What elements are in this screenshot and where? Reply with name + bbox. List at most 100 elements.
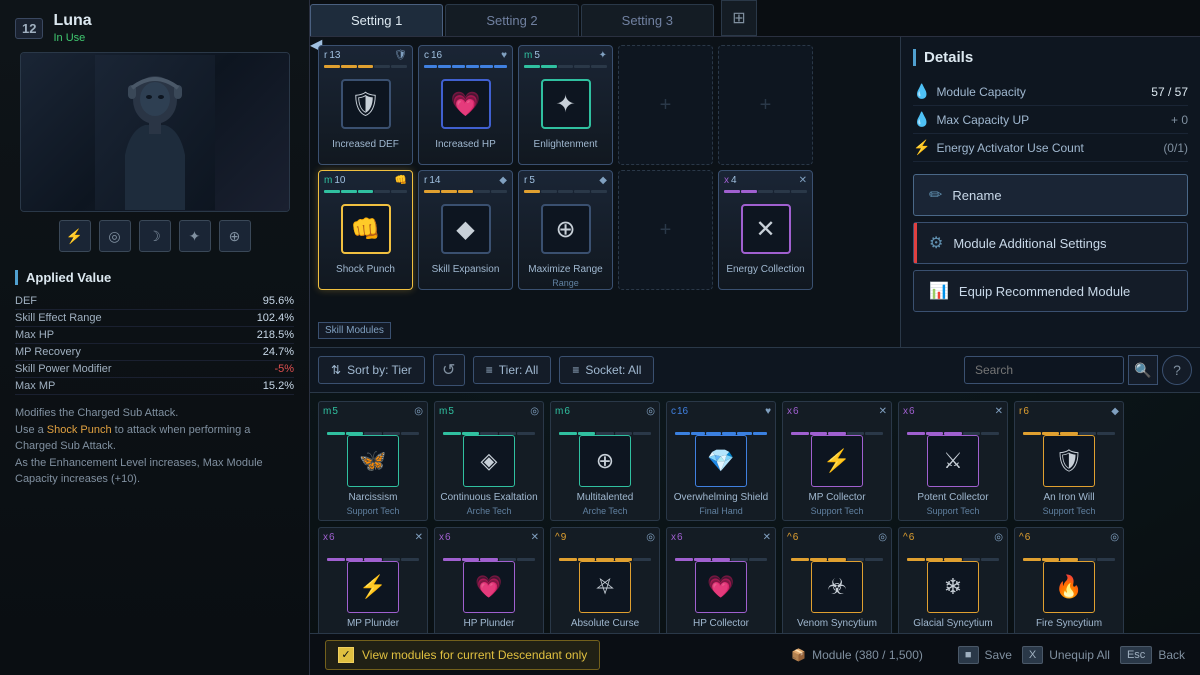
module-count-text: Module (380 / 1,500) bbox=[812, 648, 923, 662]
descendant-checkbox[interactable]: ✓ bbox=[338, 647, 354, 663]
main-container: 12 Luna In Use bbox=[0, 0, 1200, 675]
equipped-row2: m10 👊 👊 bbox=[318, 170, 892, 290]
search-area: 🔍 ? bbox=[964, 355, 1192, 385]
list-item[interactable]: m5 ◎ ◈ Continuous Exaltation Arche Tech bbox=[434, 401, 544, 521]
save-footer-btn[interactable]: ■ Save bbox=[958, 646, 1012, 664]
unequip-footer-btn[interactable]: X Unequip All bbox=[1022, 646, 1110, 664]
lmc-icon: ⊕ bbox=[579, 435, 631, 487]
refresh-button[interactable]: ↺ bbox=[433, 354, 465, 386]
socket-icon: 🛡 bbox=[394, 50, 407, 61]
stat-value: 24.7% bbox=[263, 346, 294, 358]
sort-button[interactable]: ⇅ Sort by: Tier bbox=[318, 356, 425, 384]
character-name: Luna bbox=[53, 12, 91, 30]
settings-label: Module Additional Settings bbox=[953, 236, 1106, 251]
equipped-skill-expansion[interactable]: r14 ◆ ◆ bbox=[418, 170, 513, 290]
lmc-name: Venom Syncytium bbox=[797, 617, 877, 630]
lmc-socket: ◎ bbox=[530, 406, 539, 417]
module-capacity-label: Module Capacity bbox=[936, 85, 1025, 99]
lmc-icon: 🦋 bbox=[347, 435, 399, 487]
stat-value: 95.6% bbox=[263, 295, 294, 307]
lmc-icon: 🛡 bbox=[1043, 435, 1095, 487]
equipped-shock-punch[interactable]: m10 👊 👊 bbox=[318, 170, 413, 290]
list-item[interactable]: m6 ◎ ⊕ Multitalented Arche Tech bbox=[550, 401, 660, 521]
list-item[interactable]: m5 ◎ 🦋 Narcissism Support Tech bbox=[318, 401, 428, 521]
lmc-type: Final Hand bbox=[699, 506, 743, 516]
socket-icon: ◆ bbox=[499, 175, 507, 186]
module-count: 📦 Module (380 / 1,500) bbox=[791, 648, 923, 662]
list-item[interactable]: ^6 ◎ ❄ Glacial Syncytium Fortitude bbox=[898, 527, 1008, 633]
stat-row: DEF95.6% bbox=[15, 293, 294, 310]
equipped-maximize-range[interactable]: r5 ◆ ⊕ bbox=[518, 170, 613, 290]
portrait-image bbox=[21, 53, 289, 211]
lmc-type: Arche Tech bbox=[583, 506, 628, 516]
main-panel: Setting 1 Setting 2 Setting 3 ⊞ ◀ r13 bbox=[310, 0, 1200, 675]
tab-setting3[interactable]: Setting 3 bbox=[581, 4, 714, 36]
settings-tabs: Setting 1 Setting 2 Setting 3 ⊞ bbox=[310, 0, 1200, 37]
lmc-socket: ◎ bbox=[878, 532, 887, 543]
list-item[interactable]: x6 ✕ 💗 HP Plunder Support Tech bbox=[434, 527, 544, 633]
skill-icon-5[interactable]: ⊕ bbox=[219, 220, 251, 252]
lmc-type: Support Tech bbox=[463, 632, 516, 633]
equipped-energy-collection[interactable]: x4 ✕ ✕ bbox=[718, 170, 813, 290]
descendant-filter-label[interactable]: ✓ View modules for current Descendant on… bbox=[325, 640, 600, 670]
skill-icon-1[interactable]: ⚡ bbox=[59, 220, 91, 252]
lmc-type: Support Tech bbox=[927, 506, 980, 516]
socket-filter[interactable]: ≡ Socket: All bbox=[559, 356, 654, 384]
lmc-socket: ◎ bbox=[994, 532, 1003, 543]
tier-badge: r14 bbox=[424, 175, 440, 186]
skill-modules-label: Skill Modules bbox=[318, 322, 391, 339]
empty-slot-2[interactable]: + bbox=[718, 45, 813, 165]
equipped-increased-def[interactable]: r13 🛡 🛡 bbox=[318, 45, 413, 165]
lmc-socket: ✕ bbox=[415, 532, 423, 543]
tier-badge: m10 bbox=[324, 175, 345, 186]
lmc-name: Glacial Syncytium bbox=[913, 617, 992, 630]
lmc-socket: ◎ bbox=[414, 406, 423, 417]
stat-value: 218.5% bbox=[257, 329, 294, 341]
back-footer-btn[interactable]: Esc Back bbox=[1120, 646, 1185, 664]
lmc-icon: ⚔ bbox=[927, 435, 979, 487]
max-capacity-value: + 0 bbox=[1171, 113, 1188, 127]
empty-slot-3[interactable]: + bbox=[618, 170, 713, 290]
tier-badge: r13 bbox=[324, 50, 340, 61]
lmc-name: Multitalented bbox=[577, 491, 634, 504]
list-item[interactable]: ^6 ◎ ☣ Venom Syncytium Fortitude bbox=[782, 527, 892, 633]
list-item[interactable]: r6 ◆ 🛡 An Iron Will Support Tech bbox=[1014, 401, 1124, 521]
empty-slot-1[interactable]: + bbox=[618, 45, 713, 165]
lmc-tier: c16 bbox=[671, 406, 688, 417]
lmc-icon: 💗 bbox=[695, 561, 747, 613]
tab-setting1[interactable]: Setting 1 bbox=[310, 4, 443, 36]
skill-icon-3[interactable]: ☽ bbox=[139, 220, 171, 252]
list-item[interactable]: ^6 ◎ 🔥 Fire Syncytium Fortitude bbox=[1014, 527, 1124, 633]
lmc-socket: ✕ bbox=[879, 406, 887, 417]
equip-recommended-button[interactable]: 📊 Equip Recommended Module bbox=[913, 270, 1188, 312]
lmc-name: Overwhelming Shield bbox=[674, 491, 769, 504]
tier-filter[interactable]: ≡ Tier: All bbox=[473, 356, 552, 384]
module-additional-settings-button[interactable]: ⚙ Module Additional Settings bbox=[913, 222, 1188, 264]
skill-icon-4[interactable]: ✦ bbox=[179, 220, 211, 252]
tab-setting2[interactable]: Setting 2 bbox=[445, 4, 578, 36]
search-button[interactable]: 🔍 bbox=[1128, 355, 1158, 385]
lmc-tier: m6 bbox=[555, 406, 570, 417]
skill-icon-2[interactable]: ◎ bbox=[99, 220, 131, 252]
tab-grid-button[interactable]: ⊞ bbox=[721, 0, 757, 36]
list-item[interactable]: x6 ✕ 💗 HP Collector Fortitude bbox=[666, 527, 776, 633]
module-icon: 👊 bbox=[341, 204, 391, 254]
lmc-name: HP Plunder bbox=[464, 617, 515, 630]
lmc-type: Arche Tech bbox=[467, 506, 512, 516]
list-item[interactable]: x6 ✕ ⚡ MP Collector Support Tech bbox=[782, 401, 892, 521]
list-item[interactable]: ^9 ◎ ⛧ Absolute Curse Support Tech bbox=[550, 527, 660, 633]
equipped-enlightenment[interactable]: m5 ✦ ✦ bbox=[518, 45, 613, 165]
list-item[interactable]: x6 ✕ ⚔ Potent Collector Support Tech bbox=[898, 401, 1008, 521]
lmc-tier: m5 bbox=[323, 406, 338, 417]
list-item[interactable]: x6 ✕ ⚡ MP Plunder Support Tech bbox=[318, 527, 428, 633]
lmc-name: Absolute Curse bbox=[571, 617, 639, 630]
search-input[interactable] bbox=[964, 356, 1124, 384]
list-item[interactable]: c16 ♥ 💎 Overwhelming Shield Final Hand bbox=[666, 401, 776, 521]
lmc-socket: ✕ bbox=[531, 532, 539, 543]
module-icon: ◆ bbox=[441, 204, 491, 254]
equipped-increased-hp[interactable]: c16 ♥ 💗 bbox=[418, 45, 513, 165]
rename-button[interactable]: ✏ Rename bbox=[913, 174, 1188, 216]
tier-icon: ≡ bbox=[486, 363, 493, 377]
help-button[interactable]: ? bbox=[1162, 355, 1192, 385]
lmc-socket: ◎ bbox=[646, 406, 655, 417]
